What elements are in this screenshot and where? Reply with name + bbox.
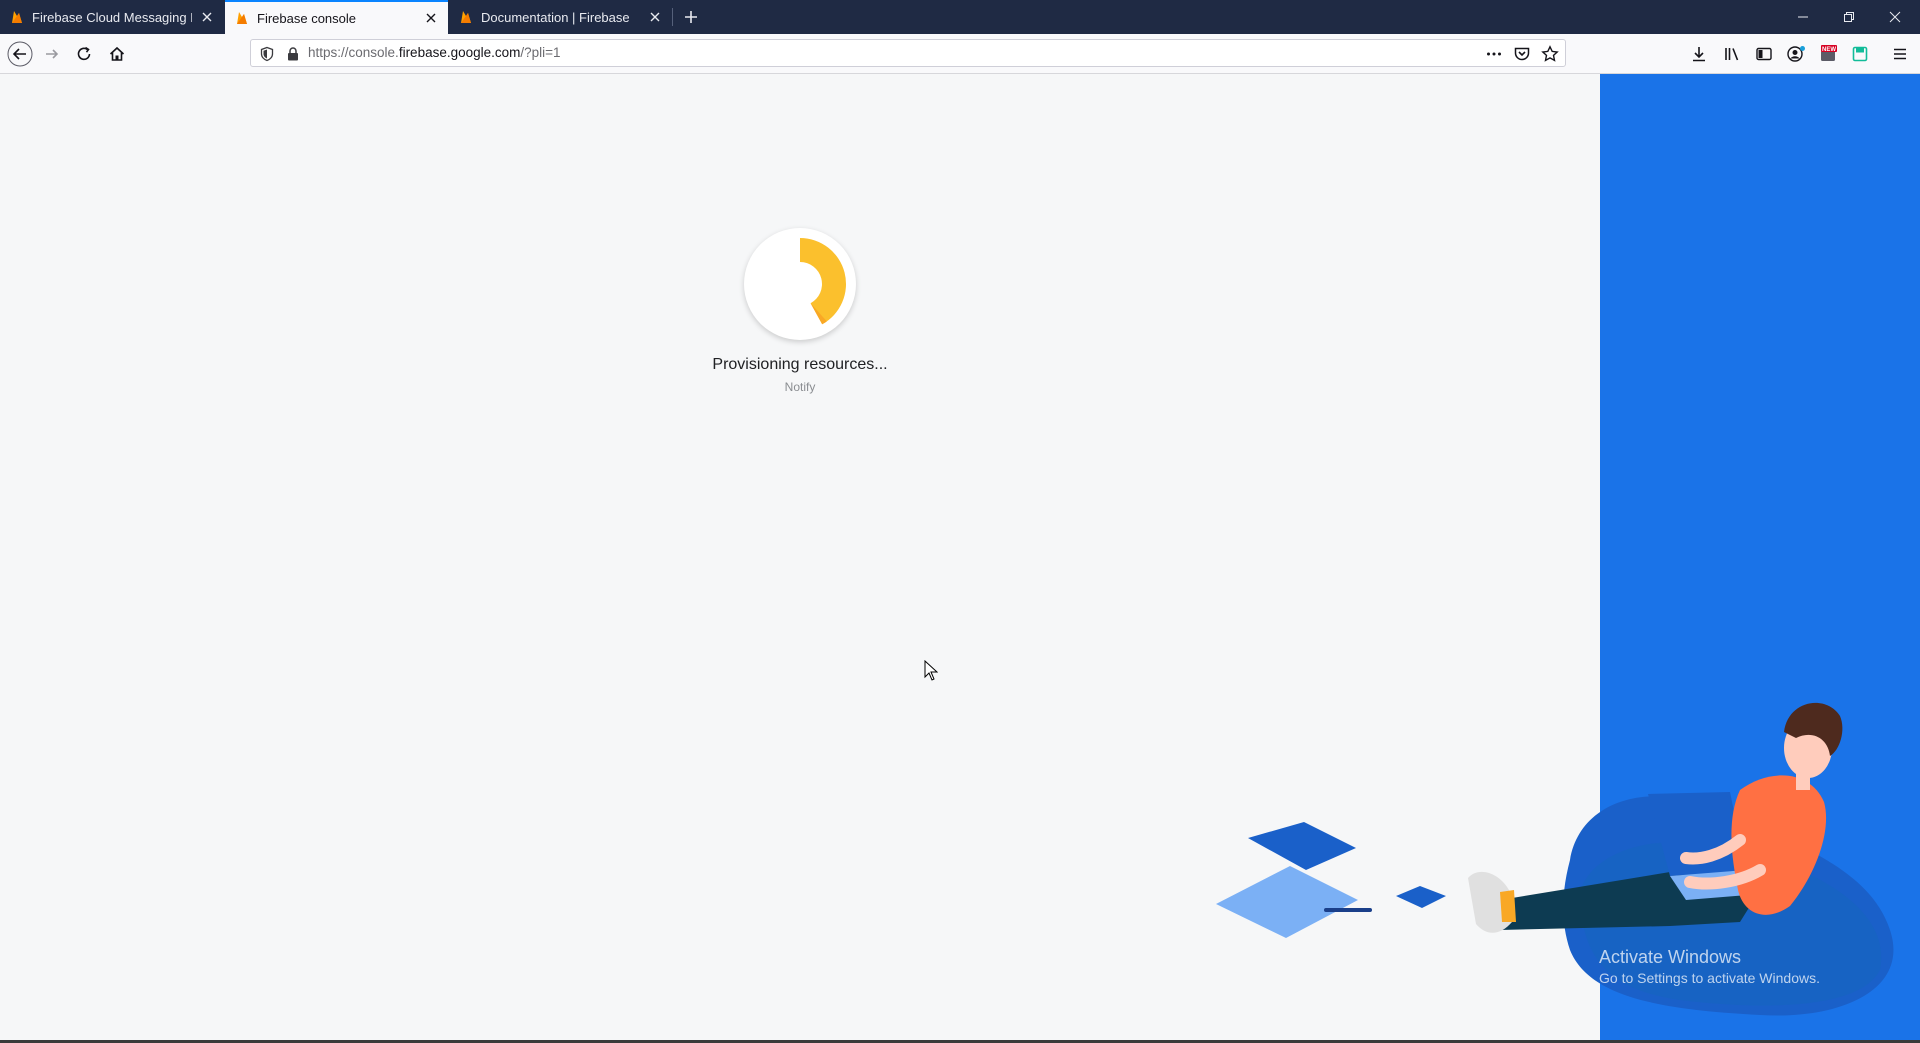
home-button[interactable]	[103, 40, 131, 68]
url-suffix: /?pli=1	[520, 45, 561, 60]
navigation-toolbar: https://console.firebase.google.com/?pli…	[0, 34, 1920, 74]
plus-icon	[683, 9, 699, 25]
menu-button[interactable]	[1889, 43, 1911, 65]
tab-title: Firebase Cloud Messaging HTT	[32, 9, 192, 25]
restore-button[interactable]	[1826, 0, 1872, 34]
new-tab-button[interactable]	[679, 5, 703, 29]
home-icon	[108, 45, 126, 63]
tab-separator	[672, 8, 673, 26]
spinner-arc	[800, 238, 846, 325]
activate-windows-watermark: Activate Windows Go to Settings to activ…	[1599, 947, 1820, 986]
sidebar-button[interactable]	[1753, 43, 1775, 65]
url-prefix: https://console.	[308, 45, 399, 60]
sidebar-icon	[1755, 45, 1773, 63]
firebase-favicon-icon	[235, 10, 249, 26]
account-button[interactable]	[1785, 43, 1807, 65]
extension-new-button[interactable]: NEW	[1817, 43, 1839, 65]
save-icon	[1851, 45, 1869, 63]
back-arrow-icon	[7, 41, 33, 67]
shield-icon[interactable]	[259, 46, 275, 62]
watermark-title: Activate Windows	[1599, 947, 1742, 967]
menu-icon	[1891, 45, 1909, 63]
tab-fcm-http[interactable]: Firebase Cloud Messaging HTT	[0, 0, 224, 34]
new-badge-text: NEW	[1822, 47, 1836, 53]
tab-documentation[interactable]: Documentation | Firebase	[449, 0, 672, 34]
spinner-arc-fill	[800, 238, 846, 325]
watermark-subtitle: Go to Settings to activate Windows.	[1599, 970, 1820, 986]
reload-button[interactable]	[70, 40, 98, 68]
url-domain: firebase.google.com	[398, 45, 521, 60]
close-icon[interactable]	[200, 10, 214, 24]
saved-button[interactable]	[1849, 43, 1871, 65]
minimize-button[interactable]	[1780, 0, 1826, 34]
close-icon[interactable]	[648, 10, 662, 24]
more-icon[interactable]	[1485, 45, 1503, 63]
firebase-favicon-icon	[459, 9, 473, 25]
tab-title: Firebase console	[257, 10, 356, 26]
download-icon	[1690, 45, 1708, 63]
back-button[interactable]	[6, 40, 34, 68]
forward-arrow-icon	[43, 45, 61, 63]
close-icon[interactable]	[424, 11, 438, 25]
close-window-button[interactable]	[1872, 0, 1918, 34]
tab-title: Documentation | Firebase	[481, 9, 630, 25]
downloads-button[interactable]	[1688, 43, 1710, 65]
reload-icon	[75, 45, 93, 63]
mouse-cursor	[924, 660, 938, 682]
forward-button[interactable]	[38, 40, 66, 68]
library-icon	[1723, 45, 1741, 63]
minimize-icon	[1797, 11, 1809, 23]
lock-icon[interactable]	[285, 46, 301, 62]
pocket-icon[interactable]	[1513, 45, 1531, 63]
firebase-favicon-icon	[10, 9, 24, 25]
tab-bar: Firebase Cloud Messaging HTT Firebase co…	[0, 0, 1920, 34]
library-button[interactable]	[1721, 43, 1743, 65]
url-text[interactable]: https://console.firebase.google.com/?pli…	[308, 40, 561, 66]
project-name: Notify	[784, 380, 816, 394]
loading-spinner	[744, 228, 856, 340]
account-icon	[1786, 45, 1806, 63]
extension-icon: NEW	[1818, 44, 1838, 64]
provisioning-status-text: Provisioning resources...	[712, 356, 888, 373]
tab-firebase-console[interactable]: Firebase console	[225, 0, 448, 34]
restore-icon	[1843, 11, 1855, 23]
url-bar[interactable]: https://console.firebase.google.com/?pli…	[250, 39, 1566, 67]
star-icon[interactable]	[1541, 45, 1559, 63]
close-icon	[1889, 11, 1901, 23]
